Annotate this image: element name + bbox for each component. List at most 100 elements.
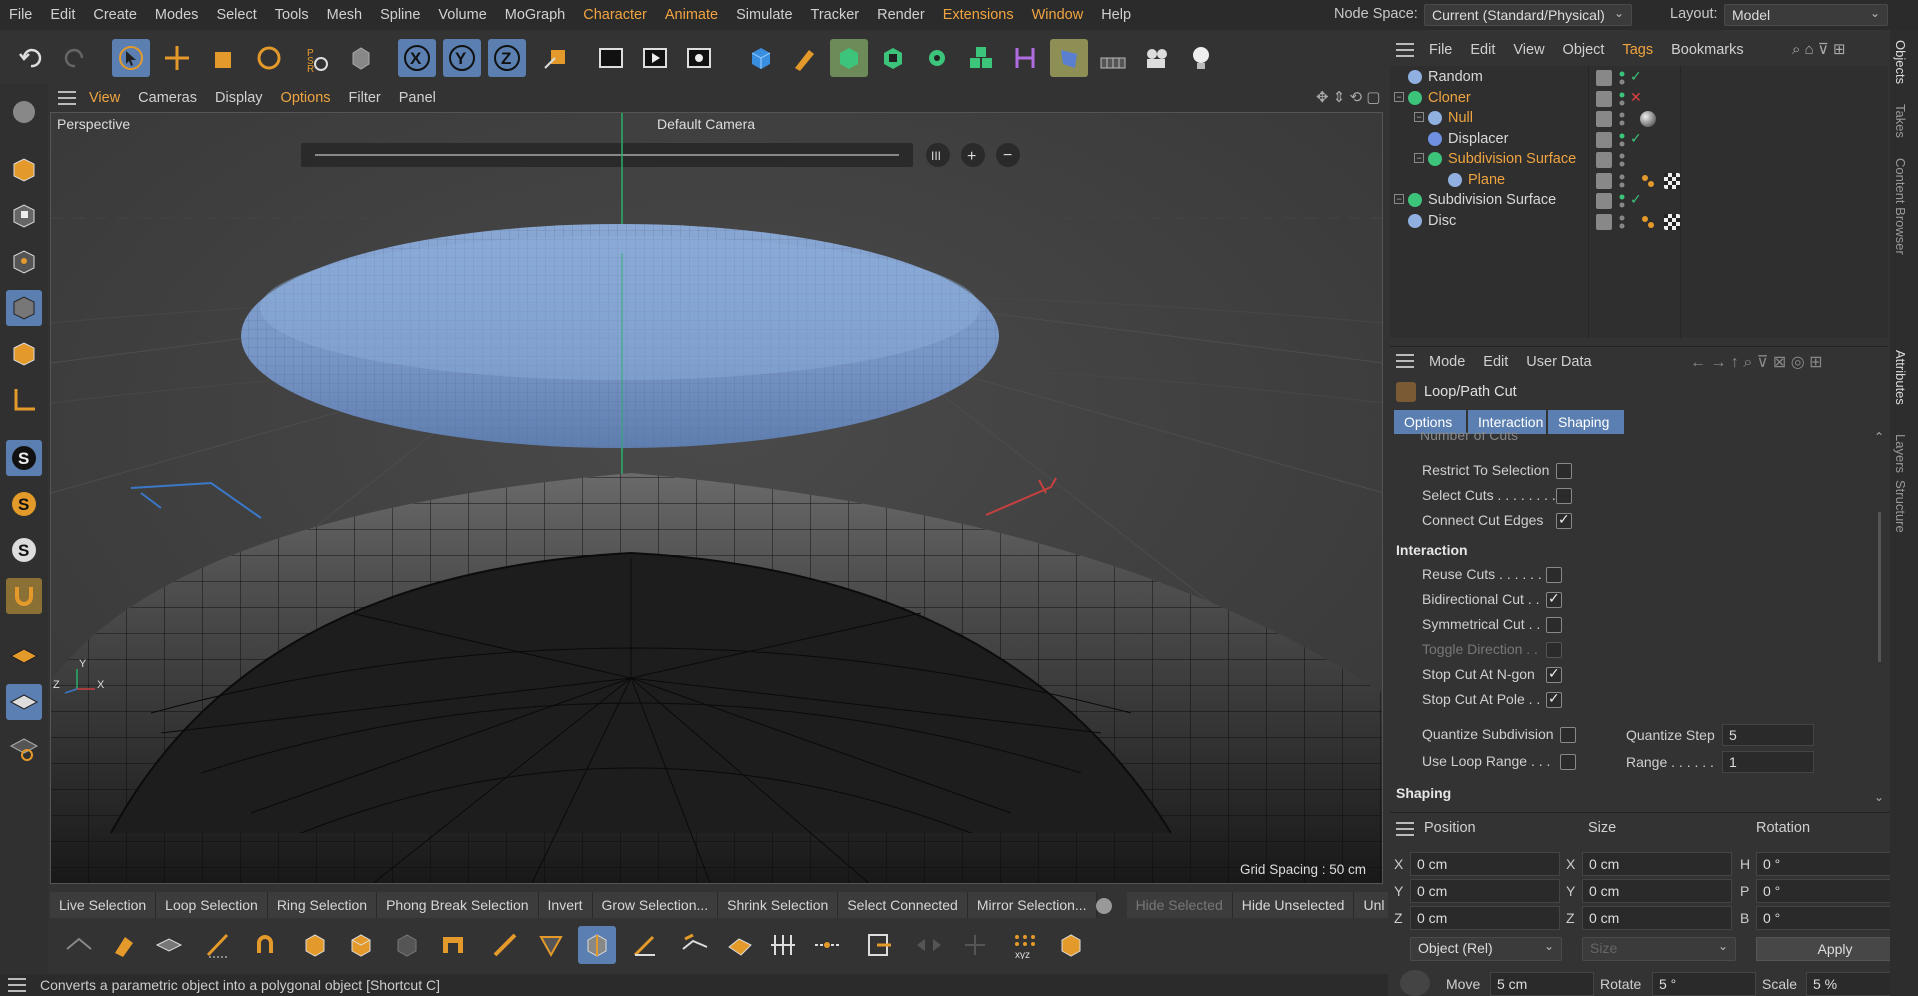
side-tab-layers[interactable]: Layers bbox=[1893, 434, 1908, 473]
interaction-1-checkbox[interactable] bbox=[1546, 590, 1562, 608]
menu-mograph[interactable]: MoGraph bbox=[496, 7, 574, 23]
render-settings-icon[interactable] bbox=[680, 39, 718, 77]
menu-file[interactable]: File bbox=[0, 7, 41, 23]
object-menu-bookmarks[interactable]: Bookmarks bbox=[1662, 42, 1753, 58]
move-tool-icon[interactable] bbox=[158, 39, 196, 77]
array-icon[interactable]: xyz bbox=[1006, 926, 1044, 964]
viewport-menu-display[interactable]: Display bbox=[206, 90, 272, 106]
undo-icon[interactable] bbox=[12, 39, 50, 77]
phong-tag-icon[interactable] bbox=[1640, 214, 1656, 230]
selection-command-phong-break-selection[interactable]: Phong Break Selection bbox=[377, 892, 539, 918]
visibility-dots-icon[interactable] bbox=[1618, 91, 1626, 107]
visibility-dots-icon[interactable] bbox=[1618, 193, 1626, 209]
selection-command-invert[interactable]: Invert bbox=[538, 892, 593, 918]
snap-icon[interactable]: S bbox=[6, 440, 42, 476]
edit-visibility-icon[interactable] bbox=[1596, 111, 1612, 127]
menu-help[interactable]: Help bbox=[1092, 7, 1140, 23]
extrude-icon[interactable] bbox=[296, 926, 334, 964]
object-row[interactable]: Disc bbox=[1390, 210, 1888, 235]
visibility-dots-icon[interactable] bbox=[1618, 152, 1626, 168]
tab-interaction[interactable]: Interaction bbox=[1468, 410, 1546, 434]
mirror-icon[interactable] bbox=[860, 926, 898, 964]
hamburger-icon[interactable] bbox=[1396, 822, 1414, 836]
phong-tag-icon[interactable] bbox=[1640, 173, 1656, 189]
magnet-icon[interactable] bbox=[6, 578, 42, 614]
viewport-menu-panel[interactable]: Panel bbox=[390, 90, 445, 106]
coordinate-system-icon[interactable] bbox=[536, 39, 574, 77]
render-view-icon[interactable] bbox=[592, 39, 630, 77]
select-tool-icon[interactable] bbox=[112, 39, 150, 77]
selection-command-mirror-selection[interactable]: Mirror Selection... bbox=[967, 892, 1097, 918]
enabled-check-icon[interactable]: ✓ bbox=[1630, 191, 1642, 208]
option-0-checkbox[interactable] bbox=[1556, 463, 1572, 479]
quantize-subdivision-checkbox[interactable] bbox=[1560, 727, 1576, 743]
expand-toggle-icon[interactable]: − bbox=[1394, 194, 1404, 204]
menu-tools[interactable]: Tools bbox=[266, 7, 318, 23]
chevron-down-icon[interactable]: ⌄ bbox=[1874, 790, 1884, 804]
extrude-inner-icon[interactable] bbox=[342, 926, 380, 964]
tab-shaping[interactable]: Shaping bbox=[1548, 410, 1624, 434]
brush-icon[interactable] bbox=[106, 926, 144, 964]
coord-position-field[interactable]: 0 cm bbox=[1410, 879, 1560, 903]
menu-mesh[interactable]: Mesh bbox=[318, 7, 371, 23]
bridge-icon[interactable] bbox=[434, 926, 472, 964]
menu-simulate[interactable]: Simulate bbox=[727, 7, 801, 23]
expand-toggle-icon[interactable]: − bbox=[1414, 112, 1424, 122]
viewport-menu-filter[interactable]: Filter bbox=[340, 90, 390, 106]
bevel-icon[interactable] bbox=[388, 926, 426, 964]
y-axis-lock-icon[interactable]: Y bbox=[443, 39, 481, 77]
selection-command-select-connected[interactable]: Select Connected bbox=[838, 892, 968, 918]
attributes-menu-mode[interactable]: Mode bbox=[1420, 354, 1474, 370]
attributes-nav-icons[interactable]: ← → ↑ ⌕ ⊽ ⊠ ◎ ⊞ bbox=[1690, 352, 1823, 372]
menu-animate[interactable]: Animate bbox=[656, 7, 727, 23]
weld-icon[interactable] bbox=[532, 926, 570, 964]
knife-plane-icon[interactable] bbox=[150, 926, 188, 964]
disabled-cross-icon[interactable]: ✕ bbox=[1630, 89, 1642, 106]
magnet-tool-icon[interactable] bbox=[246, 926, 284, 964]
gear-icon[interactable] bbox=[1096, 898, 1112, 914]
spin-edge-icon[interactable] bbox=[808, 926, 846, 964]
side-tab-objects[interactable]: Objects bbox=[1893, 40, 1908, 84]
menu-create[interactable]: Create bbox=[84, 7, 146, 23]
object-mode-icon[interactable] bbox=[342, 39, 380, 77]
texture-mode-icon[interactable] bbox=[6, 198, 42, 234]
visibility-dots-icon[interactable] bbox=[1618, 70, 1626, 86]
align-normals-icon[interactable] bbox=[764, 926, 802, 964]
edit-visibility-icon[interactable] bbox=[1596, 193, 1612, 209]
scale-tool-icon[interactable] bbox=[204, 39, 242, 77]
cloner-tool-icon[interactable] bbox=[918, 39, 956, 77]
visibility-dots-icon[interactable] bbox=[1618, 111, 1626, 127]
hamburger-icon[interactable] bbox=[58, 91, 76, 105]
coord-mode-dropdown[interactable]: Object (Rel) ⌄ bbox=[1410, 937, 1562, 961]
line-cut-icon[interactable] bbox=[626, 926, 664, 964]
rotate-tool-icon[interactable] bbox=[250, 39, 288, 77]
hamburger-icon[interactable] bbox=[8, 978, 26, 992]
redo-icon[interactable] bbox=[56, 39, 94, 77]
object-menu-tags[interactable]: Tags bbox=[1613, 42, 1662, 58]
z-axis-lock-icon[interactable]: Z bbox=[488, 39, 526, 77]
shaping-section-header[interactable]: Shaping bbox=[1396, 785, 1451, 801]
light-icon[interactable] bbox=[1182, 39, 1220, 77]
floor-icon[interactable] bbox=[1094, 39, 1132, 77]
snap-workplane-icon[interactable]: S bbox=[6, 532, 42, 568]
loop-path-cut-icon[interactable] bbox=[578, 926, 616, 964]
enabled-check-icon[interactable]: ✓ bbox=[1630, 68, 1642, 85]
viewport-menu-cameras[interactable]: Cameras bbox=[129, 90, 206, 106]
tab-options[interactable]: Options bbox=[1394, 410, 1466, 434]
edit-visibility-icon[interactable] bbox=[1596, 90, 1612, 107]
viewport-menu-view[interactable]: View bbox=[80, 90, 129, 106]
attributes-scrollbar[interactable] bbox=[1878, 512, 1881, 662]
menu-render[interactable]: Render bbox=[868, 7, 934, 23]
coord-size-field[interactable]: 0 cm bbox=[1582, 906, 1732, 930]
viewport-navigation-icons[interactable]: ✥ ⇕ ⟲ ▢ bbox=[1316, 88, 1382, 108]
visibility-dots-icon[interactable] bbox=[1618, 214, 1626, 230]
stitch-icon[interactable] bbox=[720, 926, 758, 964]
polygons-mode-icon[interactable] bbox=[6, 336, 42, 372]
edit-visibility-icon[interactable] bbox=[1596, 70, 1612, 86]
snap-steps-icon[interactable] bbox=[1400, 970, 1430, 996]
slide-icon[interactable] bbox=[676, 926, 714, 964]
selection-command-grow-selection[interactable]: Grow Selection... bbox=[592, 892, 719, 918]
model-mode-icon[interactable] bbox=[6, 152, 42, 188]
attributes-menu-user-data[interactable]: User Data bbox=[1517, 354, 1600, 370]
expand-toggle-icon[interactable]: − bbox=[1414, 153, 1424, 163]
